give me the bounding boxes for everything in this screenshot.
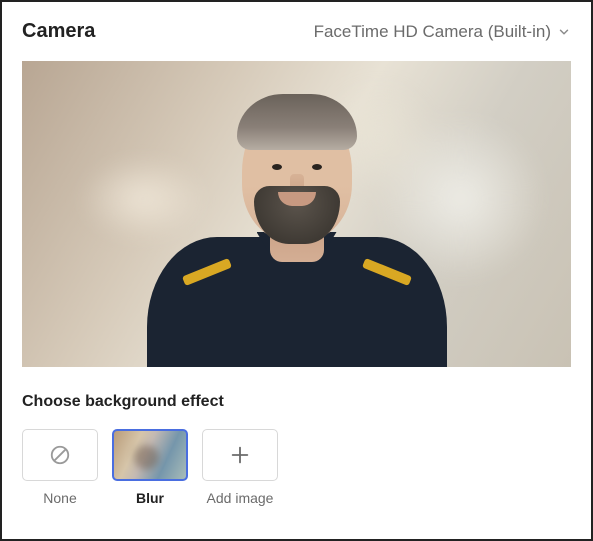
camera-source-label: FaceTime HD Camera (Built-in): [314, 22, 551, 42]
none-icon: [49, 444, 71, 466]
camera-source-select[interactable]: FaceTime HD Camera (Built-in): [314, 22, 571, 42]
background-effect-options: None Blur Add image: [22, 429, 571, 506]
effect-label-blur: Blur: [136, 490, 164, 506]
camera-preview-portrait: [147, 87, 447, 367]
effect-label-add-image: Add image: [207, 490, 274, 506]
effect-tile-add-image: [202, 429, 278, 481]
effect-tile-blur: [112, 429, 188, 481]
chevron-down-icon: [557, 25, 571, 39]
camera-preview: [22, 61, 571, 367]
effect-tile-none: [22, 429, 98, 481]
effect-option-blur[interactable]: Blur: [112, 429, 188, 506]
camera-settings-header: Camera FaceTime HD Camera (Built-in): [22, 20, 571, 43]
background-effect-title: Choose background effect: [22, 393, 571, 411]
effect-option-add-image[interactable]: Add image: [202, 429, 278, 506]
plus-icon: [229, 444, 251, 466]
effect-option-none[interactable]: None: [22, 429, 98, 506]
effect-label-none: None: [43, 490, 76, 506]
page-title: Camera: [22, 20, 95, 43]
